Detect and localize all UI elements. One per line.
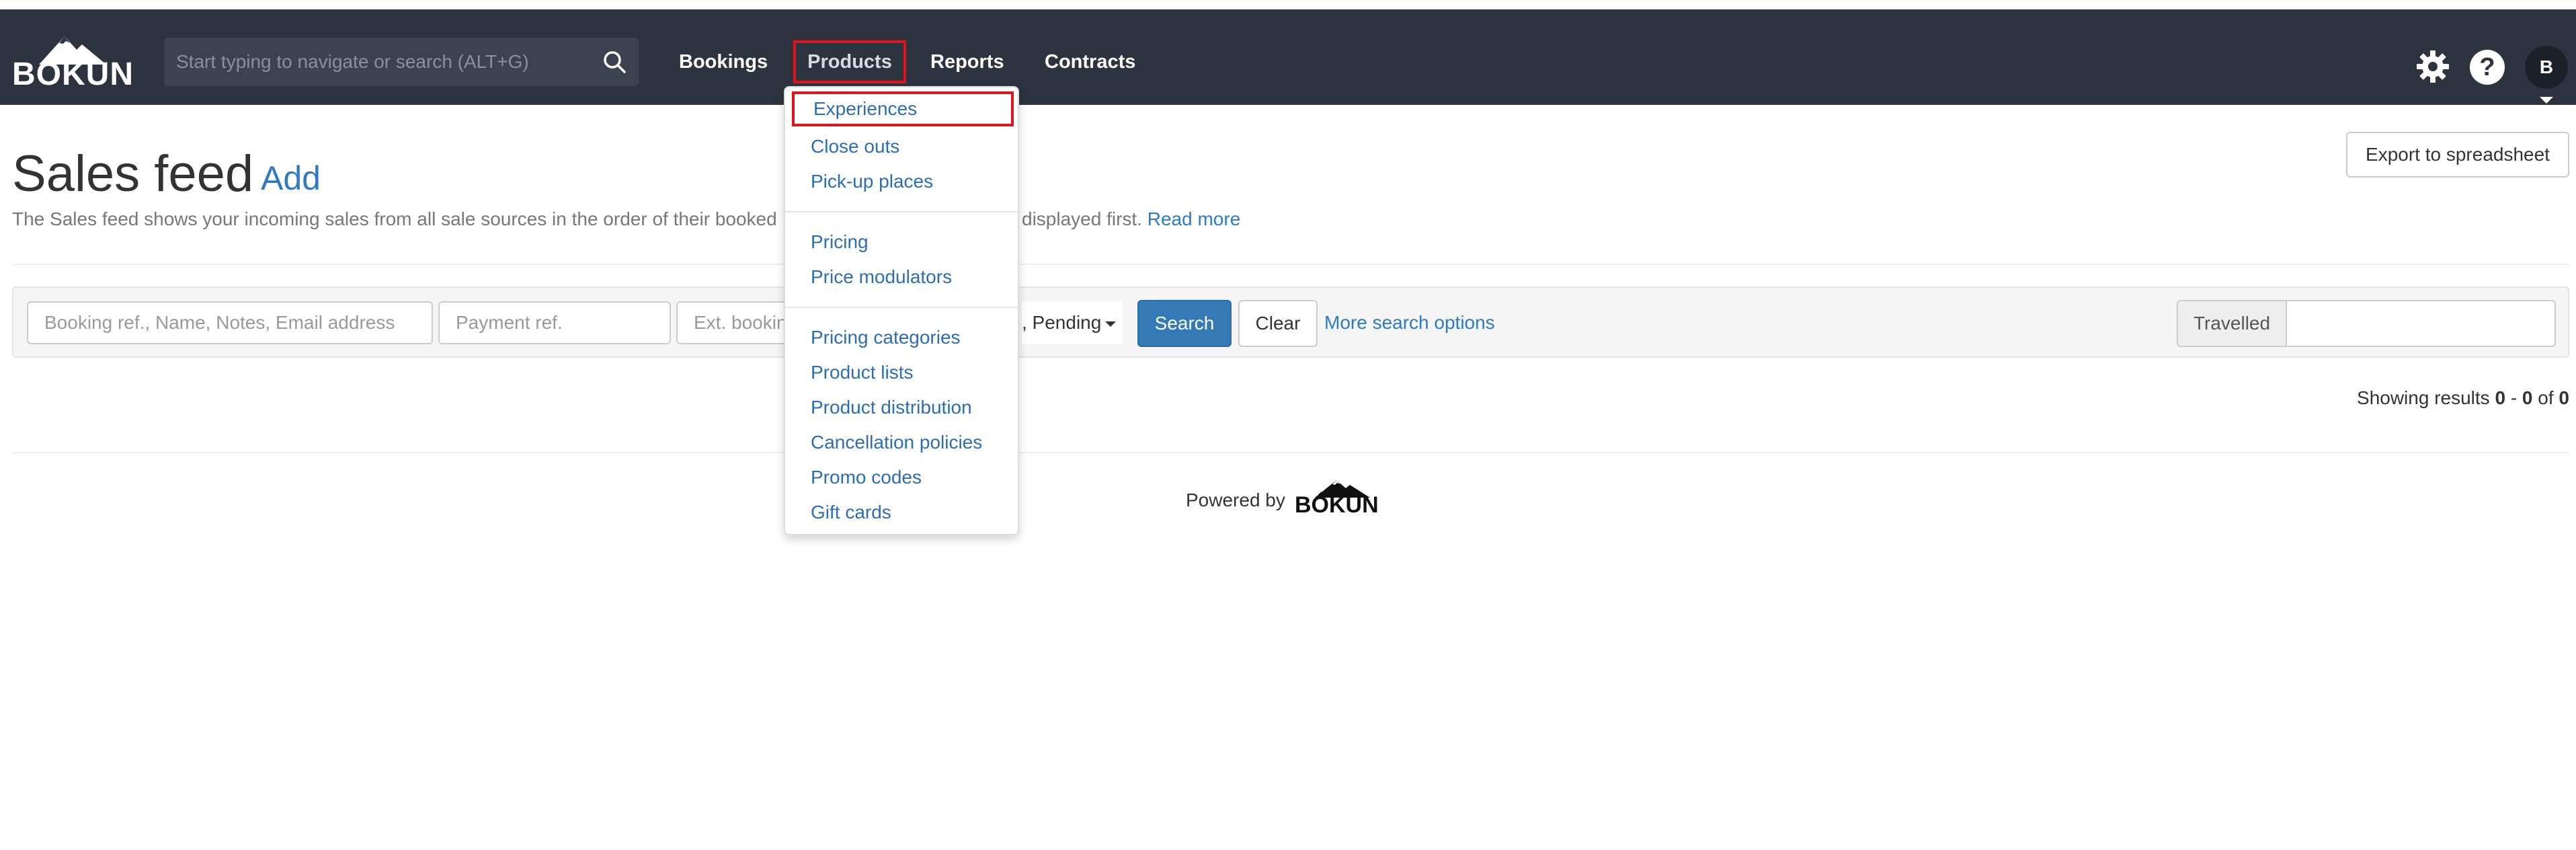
menu-item-pricing-categories[interactable]: Pricing categories (785, 320, 1018, 355)
add-link[interactable]: Add (261, 155, 321, 202)
global-search[interactable] (164, 38, 639, 86)
menu-item-experiences[interactable]: Experiences (792, 91, 1014, 126)
nav-contracts[interactable]: Contracts (1045, 40, 1135, 83)
top-navbar: BÓKUN Bookings Products Reports Contract… (0, 9, 2576, 105)
logo-text: BÓKUN (12, 56, 134, 92)
description-end-text: displayed first. (1022, 208, 1142, 229)
menu-item-price-modulators[interactable]: Price modulators (785, 260, 1018, 295)
bokun-logo[interactable]: BÓKUN (12, 32, 133, 93)
clear-button[interactable]: Clear (1238, 300, 1318, 347)
menu-item-close-outs[interactable]: Close outs (785, 129, 1018, 164)
nav-reports[interactable]: Reports (930, 40, 1004, 83)
menu-divider (785, 307, 1018, 308)
menu-item-cancellation-policies[interactable]: Cancellation policies (785, 425, 1018, 460)
status-dropdown-value: , Pending (1022, 312, 1102, 333)
results-from: 0 (2495, 387, 2506, 408)
footer-logo-text: BÓKUN (1295, 492, 1379, 518)
avatar[interactable]: B (2525, 46, 2568, 89)
filter-bar: , Pending Search Clear More search optio… (12, 286, 2569, 358)
read-more-link[interactable]: Read more (1148, 208, 1241, 229)
results-total: 0 (2559, 387, 2569, 408)
divider (12, 264, 2569, 265)
menu-item-product-distribution[interactable]: Product distribution (785, 390, 1018, 425)
menu-divider (785, 211, 1018, 212)
powered-by: Powered by BÓKUN (1186, 479, 1387, 516)
global-search-input[interactable] (176, 38, 579, 86)
page-title: Sales feed (12, 145, 254, 202)
results-summary: Showing results 0 - 0 of 0 (2357, 386, 2569, 410)
menu-item-pricing[interactable]: Pricing (785, 225, 1018, 260)
page-description-end: displayed first. Read more (1022, 207, 1240, 231)
page-description: The Sales feed shows your incoming sales… (12, 208, 777, 229)
menu-item-gift-cards[interactable]: Gift cards (785, 495, 1018, 530)
results-of: of (2538, 387, 2554, 408)
travelled-date-input[interactable] (2286, 300, 2556, 347)
top-strip (0, 0, 2576, 9)
gear-icon[interactable] (2416, 50, 2450, 83)
divider (12, 452, 2569, 453)
booking-search-input[interactable] (27, 301, 433, 344)
menu-item-product-lists[interactable]: Product lists (785, 355, 1018, 390)
nav-products[interactable]: Products (793, 40, 906, 83)
powered-by-text: Powered by (1186, 490, 1285, 510)
more-search-options-link[interactable]: More search options (1324, 301, 1495, 344)
export-spreadsheet-button[interactable]: Export to spreadsheet (2346, 132, 2569, 178)
help-icon[interactable]: ? (2470, 50, 2505, 85)
menu-item-pick-up-places[interactable]: Pick-up places (785, 164, 1018, 199)
search-button[interactable]: Search (1137, 300, 1232, 347)
menu-item-promo-codes[interactable]: Promo codes (785, 460, 1018, 495)
results-dash: - (2510, 387, 2518, 408)
caret-down-icon (1105, 321, 1117, 327)
status-dropdown[interactable]: , Pending (1022, 301, 1123, 344)
travelled-label: Travelled (2177, 300, 2287, 347)
footer-logo[interactable]: BÓKUN (1295, 479, 1389, 516)
chevron-down-icon[interactable] (2540, 97, 2553, 104)
results-to: 0 (2522, 387, 2533, 408)
products-dropdown-menu: Experiences Close outs Pick-up places Pr… (784, 86, 1019, 535)
nav-bookings[interactable]: Bookings (679, 40, 768, 83)
search-icon[interactable] (602, 50, 627, 74)
payment-ref-input[interactable] (438, 301, 671, 344)
results-prefix: Showing results (2357, 387, 2490, 408)
